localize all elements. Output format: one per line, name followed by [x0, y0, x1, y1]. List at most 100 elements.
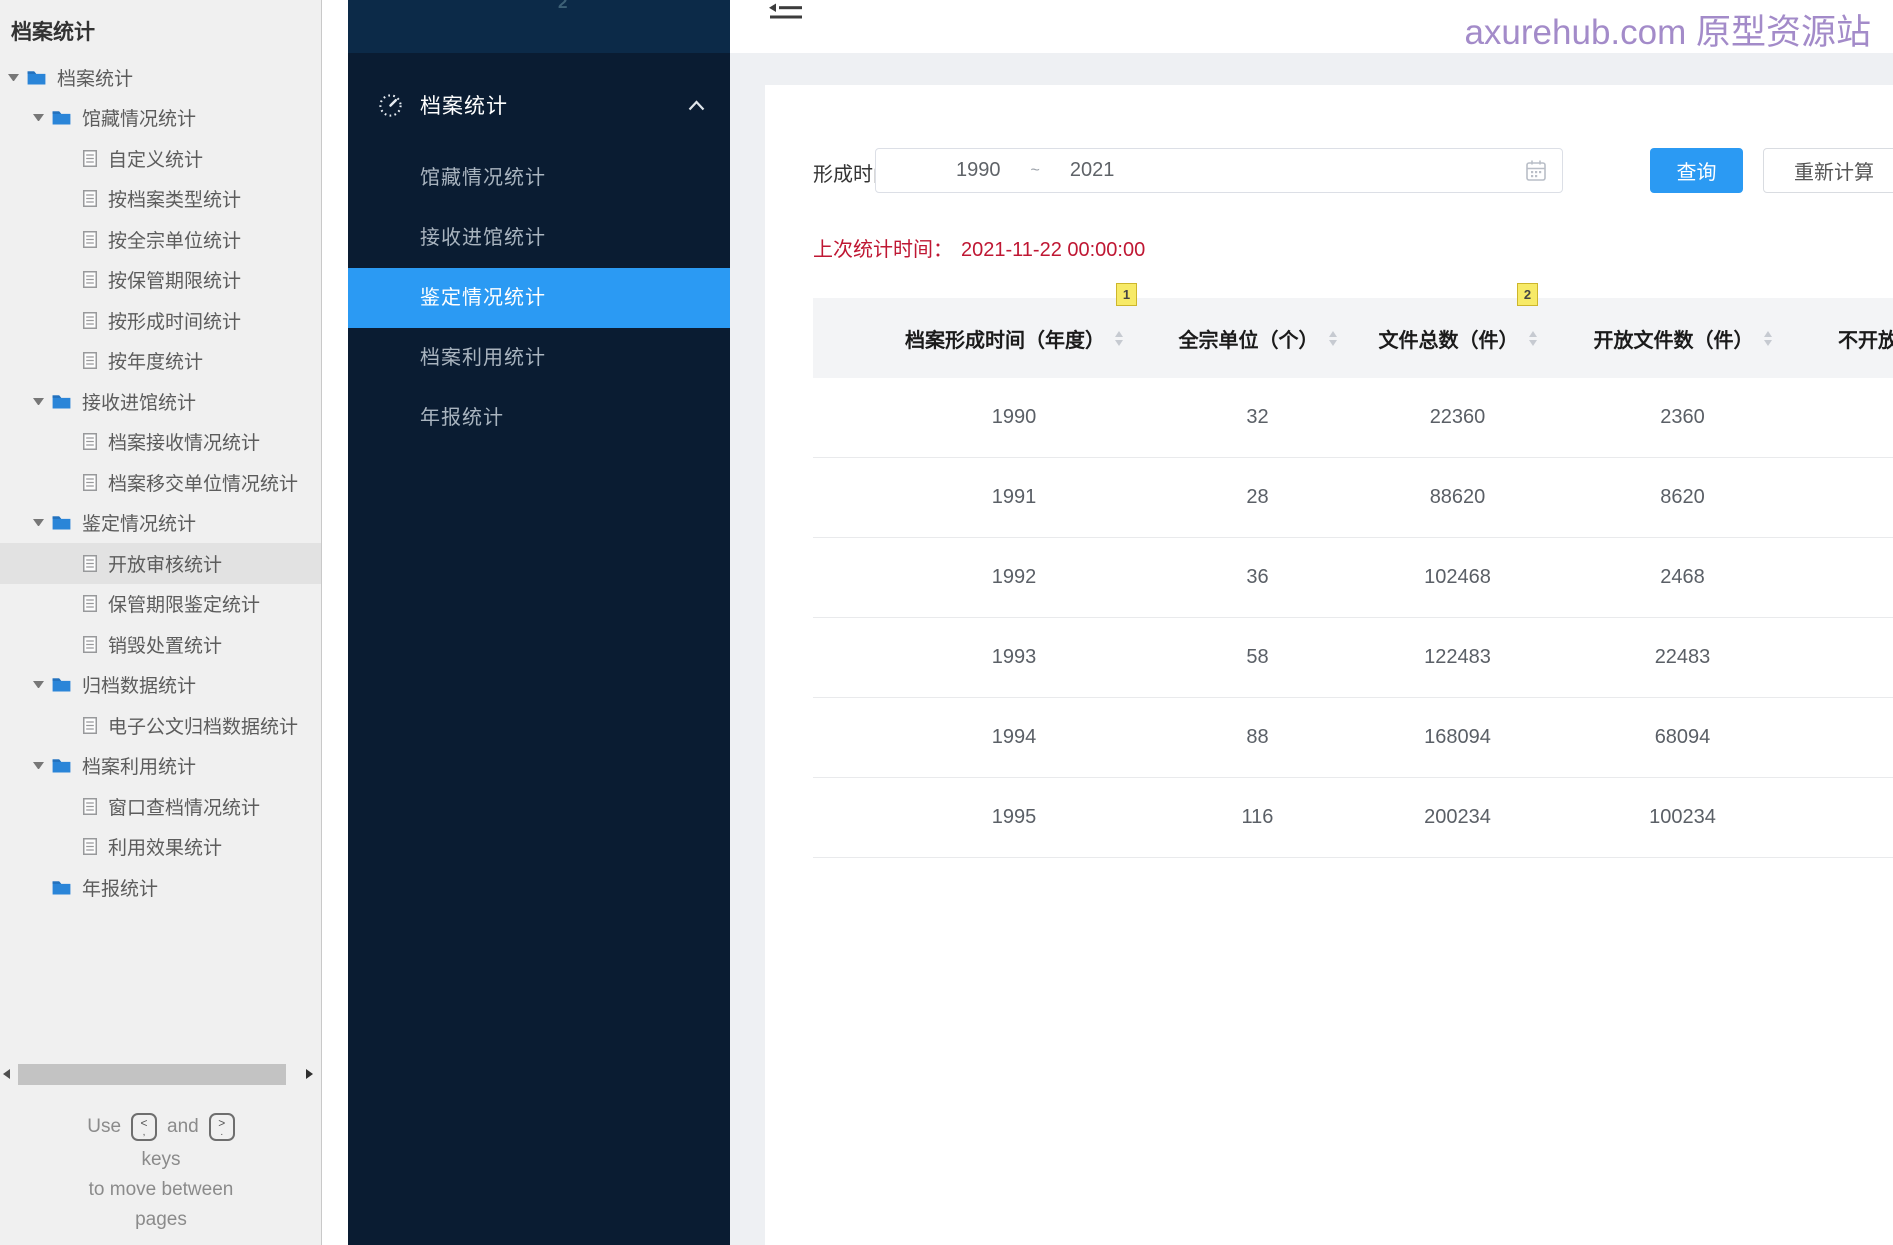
- column-header[interactable]: 全宗单位（个）: [1155, 324, 1360, 353]
- column-header[interactable]: 档案形成时间（年度）: [813, 324, 1155, 353]
- footnote-badge-top: 2: [558, 0, 567, 13]
- sitemap-scrollbar[interactable]: [0, 1063, 322, 1087]
- hint-and: and: [167, 1112, 199, 1142]
- tree-item[interactable]: 按档案类型统计: [0, 179, 321, 220]
- footnote-badge-1[interactable]: 1: [1116, 283, 1137, 306]
- footnote-badge-2[interactable]: 2: [1517, 283, 1538, 306]
- nav-menu-item[interactable]: 鉴定情况统计: [348, 268, 730, 328]
- tree-item-label: 档案统计: [57, 64, 133, 91]
- next-key-icon: > .: [209, 1113, 235, 1141]
- query-button[interactable]: 查询: [1650, 148, 1743, 193]
- folder-icon: [52, 677, 71, 692]
- tree-item[interactable]: 按保管期限统计: [0, 260, 321, 301]
- column-header[interactable]: 不开放文件数（件）: [1810, 324, 1893, 353]
- folder-icon: [52, 110, 71, 125]
- tree-item[interactable]: 档案统计: [0, 57, 321, 98]
- nav-menu-item[interactable]: 档案利用统计: [348, 328, 730, 388]
- page-icon: [83, 271, 97, 288]
- nav-menu-item[interactable]: 年报统计: [348, 388, 730, 448]
- tree-item[interactable]: 利用效果统计: [0, 827, 321, 868]
- sort-arrows-icon[interactable]: [1764, 331, 1772, 346]
- expand-caret-icon[interactable]: [33, 519, 44, 526]
- tree-item[interactable]: 电子公文归档数据统计: [0, 705, 321, 746]
- cell-open-files: 68094: [1555, 726, 1810, 749]
- page-icon: [83, 433, 97, 450]
- tree-item-label: 档案接收情况统计: [108, 428, 260, 455]
- tree-item[interactable]: 开放审核统计: [0, 543, 321, 584]
- tree-item-label: 保管期限鉴定统计: [108, 590, 260, 617]
- tree-item[interactable]: 按年度统计: [0, 341, 321, 382]
- tree-item[interactable]: 按形成时间统计: [0, 300, 321, 341]
- page-icon: [83, 798, 97, 815]
- expand-caret-icon[interactable]: [33, 114, 44, 121]
- page-icon: [83, 555, 97, 572]
- cell-fonds-count: 28: [1155, 486, 1360, 509]
- expand-caret-icon[interactable]: [33, 762, 44, 769]
- cell-fonds-count: 88: [1155, 726, 1360, 749]
- tree-item-label: 按保管期限统计: [108, 266, 241, 293]
- range-separator: ~: [1031, 162, 1040, 180]
- tree-item[interactable]: 馆藏情况统计: [0, 98, 321, 139]
- column-header[interactable]: 文件总数（件）: [1360, 324, 1555, 353]
- folder-icon: [52, 515, 71, 530]
- cell-fonds-count: 116: [1155, 806, 1360, 829]
- page-icon: [83, 312, 97, 329]
- range-end-value[interactable]: 2021: [1070, 159, 1115, 182]
- cell-fonds-count: 32: [1155, 406, 1360, 429]
- tree-item-label: 开放审核统计: [108, 550, 222, 577]
- tree-item[interactable]: 档案利用统计: [0, 746, 321, 787]
- folder-icon: [27, 70, 46, 85]
- tree-item[interactable]: 销毁处置统计: [0, 624, 321, 665]
- expand-caret-icon[interactable]: [33, 681, 44, 688]
- expand-caret-icon[interactable]: [33, 398, 44, 405]
- cell-file-total: 122483: [1360, 646, 1555, 669]
- main-area: axurehub.com 原型资源站 形成时间: 1990 ~ 2021 查询 …: [730, 0, 1893, 1245]
- tree-item-label: 销毁处置统计: [108, 631, 222, 658]
- tree-item[interactable]: 档案接收情况统计: [0, 422, 321, 463]
- tree-item[interactable]: 自定义统计: [0, 138, 321, 179]
- cell-file-total: 22360: [1360, 406, 1555, 429]
- nav-group-title: 档案统计: [420, 90, 508, 120]
- nav-group-header[interactable]: 档案统计: [348, 78, 730, 132]
- nav-menu-item[interactable]: 馆藏情况统计: [348, 148, 730, 208]
- scroll-right-arrow-icon[interactable]: [306, 1069, 313, 1079]
- calendar-icon[interactable]: [1526, 160, 1546, 181]
- tree-item[interactable]: 鉴定情况统计: [0, 503, 321, 544]
- prev-key-icon: < ,: [131, 1113, 157, 1141]
- app-sidebar: 2 档案统计 馆藏情况统计接收进馆统计鉴定情况统计档案利用统计年报统计: [348, 0, 730, 1245]
- sort-arrows-icon[interactable]: [1529, 331, 1537, 346]
- dashboard-gauge-icon: [378, 93, 403, 118]
- scrollbar-thumb[interactable]: [18, 1064, 286, 1085]
- page-icon: [83, 636, 97, 653]
- cell-file-total: 102468: [1360, 566, 1555, 589]
- column-header[interactable]: 开放文件数（件）: [1555, 324, 1810, 353]
- collapse-menu-icon[interactable]: [768, 3, 804, 22]
- tree-item[interactable]: 窗口查档情况统计: [0, 786, 321, 827]
- tree-item[interactable]: 保管期限鉴定统计: [0, 584, 321, 625]
- cell-year: 1990: [813, 406, 1155, 429]
- tree-item[interactable]: 年报统计: [0, 867, 321, 908]
- cell-fonds-count: 36: [1155, 566, 1360, 589]
- tree-item[interactable]: 档案移交单位情况统计: [0, 462, 321, 503]
- recalculate-button[interactable]: 重新计算: [1763, 148, 1893, 193]
- sort-arrows-icon[interactable]: [1115, 331, 1123, 346]
- folder-icon: [52, 880, 71, 895]
- tree-item[interactable]: 归档数据统计: [0, 665, 321, 706]
- expand-caret-icon[interactable]: [8, 74, 19, 81]
- date-range-input[interactable]: 1990 ~ 2021: [875, 148, 1563, 193]
- cell-year: 1994: [813, 726, 1155, 749]
- sitemap-title: 档案统计: [11, 16, 95, 46]
- nav-menu-item[interactable]: 接收进馆统计: [348, 208, 730, 268]
- tree-item-label: 鉴定情况统计: [82, 509, 196, 536]
- tree-item-label: 按形成时间统计: [108, 307, 241, 334]
- sitemap-tree: 档案统计 馆藏情况统计: [0, 57, 321, 908]
- range-start-value[interactable]: 1990: [956, 159, 1001, 182]
- sort-arrows-icon[interactable]: [1329, 331, 1337, 346]
- scroll-left-arrow-icon[interactable]: [3, 1069, 10, 1079]
- tree-item[interactable]: 按全宗单位统计: [0, 219, 321, 260]
- nav-menu: 馆藏情况统计接收进馆统计鉴定情况统计档案利用统计年报统计: [348, 148, 730, 448]
- last-stat-label: 上次统计时间：: [813, 239, 953, 261]
- tree-item[interactable]: 接收进馆统计: [0, 381, 321, 422]
- tree-item-label: 自定义统计: [108, 145, 203, 172]
- column-header-label: 档案形成时间（年度）: [905, 324, 1105, 353]
